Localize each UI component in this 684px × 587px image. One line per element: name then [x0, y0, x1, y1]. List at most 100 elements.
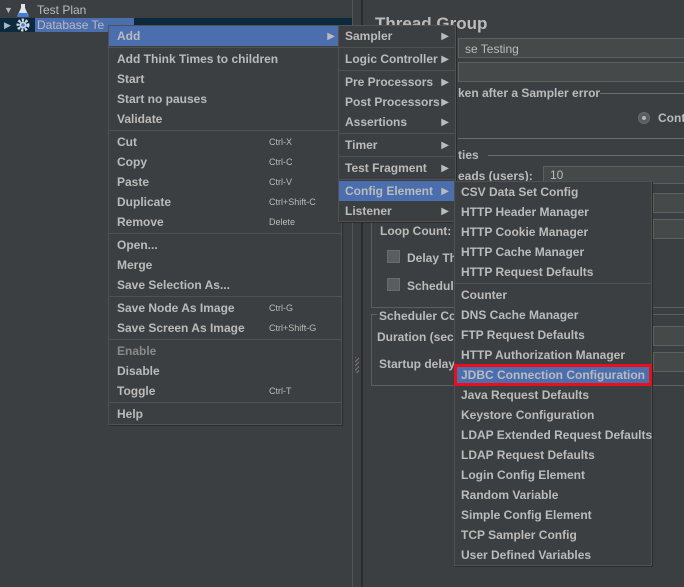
- menu-separator: [339, 156, 455, 157]
- menu-item-help[interactable]: Help: [109, 404, 341, 424]
- submenu-arrow-icon: ▶: [441, 205, 449, 217]
- menu-item-label: HTTP Cache Manager: [461, 245, 585, 259]
- menu-item-user-defined-variables[interactable]: User Defined Variables: [455, 545, 651, 565]
- menu-item-start[interactable]: Start: [109, 69, 341, 89]
- radio-continue-label: Conti: [658, 111, 684, 125]
- shortcut-label: Ctrl-X: [269, 137, 292, 147]
- menu-item-http-header-manager[interactable]: HTTP Header Manager: [455, 202, 651, 222]
- menu-item-label: Logic Controller: [345, 52, 438, 66]
- menu-item-open[interactable]: Open...: [109, 235, 341, 255]
- menu-separator: [339, 179, 455, 180]
- menu-item-http-cookie-manager[interactable]: HTTP Cookie Manager: [455, 222, 651, 242]
- menu-item-login-config-element[interactable]: Login Config Element: [455, 465, 651, 485]
- error-action-legend: ken after a Sampler error: [458, 86, 601, 100]
- menu-item-random-variable[interactable]: Random Variable: [455, 485, 651, 505]
- splitter-grip-icon[interactable]: [355, 357, 359, 373]
- menu-item-label: HTTP Header Manager: [461, 205, 589, 219]
- name-field[interactable]: se Testing: [458, 38, 684, 58]
- menu-item-ldap-extended-request-defaults[interactable]: LDAP Extended Request Defaults: [455, 425, 653, 445]
- menu-item-paste[interactable]: Paste Ctrl-V: [109, 172, 341, 192]
- scheduler-checkbox[interactable]: [387, 278, 400, 291]
- context-menu: Add ▶ Add Think Times to children Start Star…: [108, 25, 342, 425]
- delay-checkbox[interactable]: [387, 250, 400, 263]
- menu-item-assertions[interactable]: Assertions ▶: [339, 112, 455, 132]
- menu-item-label: Copy: [117, 155, 147, 169]
- comments-field[interactable]: [458, 62, 684, 82]
- startup-delay-label: Startup delay: [379, 357, 456, 371]
- expand-arrow-icon[interactable]: ▼: [4, 5, 14, 15]
- submenu-arrow-icon: ▶: [441, 185, 449, 197]
- menu-item-ftp-request-defaults[interactable]: FTP Request Defaults: [455, 325, 651, 345]
- divider: [458, 138, 684, 139]
- menu-item-validate[interactable]: Validate: [109, 109, 341, 129]
- config-element-submenu: CSV Data Set Config HTTP Header Manager HT…: [454, 181, 652, 566]
- collapse-arrow-icon[interactable]: ▶: [4, 20, 14, 31]
- menu-item-add-think-times-to-children[interactable]: Add Think Times to children: [109, 49, 341, 69]
- menu-item-label: LDAP Request Defaults: [461, 448, 595, 462]
- menu-item-merge[interactable]: Merge: [109, 255, 341, 275]
- menu-item-enable[interactable]: Enable: [109, 341, 341, 361]
- menu-item-save-node-as-image[interactable]: Save Node As Image Ctrl-G: [109, 298, 341, 318]
- menu-item-save-selection-as[interactable]: Save Selection As...: [109, 275, 341, 295]
- startup-delay-field[interactable]: [653, 352, 684, 372]
- menu-item-ldap-request-defaults[interactable]: LDAP Request Defaults: [455, 445, 651, 465]
- menu-item-label: Assertions: [345, 115, 408, 129]
- menu-item-label: Merge: [117, 258, 153, 272]
- menu-item-simple-config-element[interactable]: Simple Config Element: [455, 505, 651, 525]
- menu-item-timer[interactable]: Timer ▶: [339, 135, 455, 155]
- menu-item-counter[interactable]: Counter: [455, 285, 651, 305]
- menu-separator: [339, 133, 455, 134]
- shortcut-label: Ctrl-V: [269, 177, 292, 187]
- menu-item-label: FTP Request Defaults: [461, 328, 585, 342]
- menu-item-sampler[interactable]: Sampler ▶: [339, 26, 455, 46]
- menu-item-listener[interactable]: Listener ▶: [339, 201, 455, 221]
- menu-item-logic-controller[interactable]: Logic Controller ▶: [339, 49, 455, 69]
- submenu-arrow-icon: ▶: [441, 96, 449, 108]
- menu-item-start-no-pauses[interactable]: Start no pauses: [109, 89, 341, 109]
- scheduler-label: Schedule: [407, 279, 461, 293]
- divider: [488, 155, 684, 156]
- menu-item-java-request-defaults[interactable]: Java Request Defaults: [455, 385, 651, 405]
- menu-separator: [339, 47, 455, 48]
- menu-item-config-element[interactable]: Config Element ▶: [339, 181, 455, 201]
- menu-item-label: Enable: [117, 344, 157, 358]
- menu-item-label: Keystore Configuration: [461, 408, 595, 422]
- menu-item-label: Validate: [117, 112, 163, 126]
- menu-item-remove[interactable]: Remove Delete: [109, 212, 341, 232]
- menu-item-label: DNS Cache Manager: [461, 308, 579, 322]
- shortcut-label: Ctrl-T: [269, 386, 292, 396]
- menu-item-pre-processors[interactable]: Pre Processors ▶: [339, 72, 455, 92]
- menu-item-jdbc-connection-configuration[interactable]: JDBC Connection Configuration: [454, 364, 652, 386]
- menu-item-add[interactable]: Add ▶: [109, 26, 341, 46]
- menu-item-http-cache-manager[interactable]: HTTP Cache Manager: [455, 242, 651, 262]
- submenu-arrow-icon: ▶: [327, 30, 335, 42]
- menu-item-cut[interactable]: Cut Ctrl-X: [109, 132, 341, 152]
- tree-item-test-plan[interactable]: ▼ Test Plan: [0, 3, 352, 17]
- menu-item-http-request-defaults[interactable]: HTTP Request Defaults: [455, 262, 651, 282]
- menu-item-label: Save Screen As Image: [117, 321, 245, 335]
- menu-item-tcp-sampler-config[interactable]: TCP Sampler Config: [455, 525, 651, 545]
- menu-item-disable[interactable]: Disable: [109, 361, 341, 381]
- duration-field[interactable]: [653, 326, 684, 346]
- menu-item-keystore-configuration[interactable]: Keystore Configuration: [455, 405, 651, 425]
- shortcut-label: Ctrl+Shift-C: [269, 197, 316, 207]
- shortcut-label: Ctrl-C: [269, 157, 293, 167]
- menu-item-label: LDAP Extended Request Defaults: [461, 428, 653, 442]
- menu-item-test-fragment[interactable]: Test Fragment ▶: [339, 158, 455, 178]
- shortcut-label: Ctrl+Shift-G: [269, 323, 317, 333]
- menu-item-label: Open...: [117, 238, 158, 252]
- menu-item-http-authorization-manager[interactable]: HTTP Authorization Manager: [455, 345, 651, 365]
- menu-item-save-screen-as-image[interactable]: Save Screen As Image Ctrl+Shift-G: [109, 318, 341, 338]
- menu-separator: [109, 130, 341, 131]
- menu-item-label: Help: [117, 407, 144, 421]
- submenu-arrow-icon: ▶: [441, 139, 449, 151]
- menu-item-label: Paste: [117, 175, 150, 189]
- menu-item-post-processors[interactable]: Post Processors ▶: [339, 92, 455, 112]
- menu-item-duplicate[interactable]: Duplicate Ctrl+Shift-C: [109, 192, 341, 212]
- menu-item-dns-cache-manager[interactable]: DNS Cache Manager: [455, 305, 651, 325]
- menu-item-label: Disable: [117, 364, 160, 378]
- radio-continue[interactable]: [638, 112, 650, 124]
- menu-item-csv-data-set-config[interactable]: CSV Data Set Config: [455, 182, 651, 202]
- menu-item-toggle[interactable]: Toggle Ctrl-T: [109, 381, 341, 401]
- menu-item-copy[interactable]: Copy Ctrl-C: [109, 152, 341, 172]
